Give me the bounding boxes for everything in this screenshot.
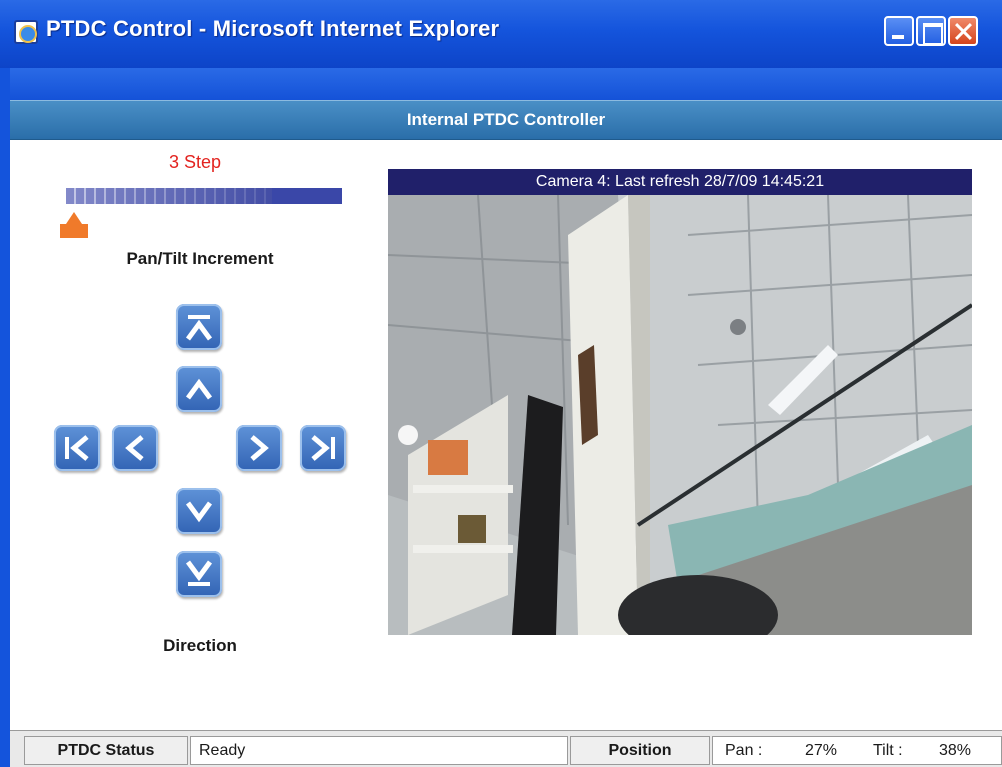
camera-image — [388, 195, 972, 635]
window-frame — [0, 68, 10, 767]
increment-slider-fill — [272, 188, 342, 204]
camera-scene — [388, 195, 972, 635]
increment-slider-thumb[interactable] — [58, 212, 90, 240]
slider-thumb-base — [60, 224, 88, 238]
increment-slider-track[interactable] — [66, 188, 342, 204]
arrow-down-to-bottom-icon — [185, 560, 213, 586]
chevron-left-icon — [125, 435, 144, 461]
step-indicator: 3 Step — [168, 152, 222, 172]
arrow-left-to-start-icon — [65, 435, 89, 461]
browser-toolbar-band — [10, 68, 1002, 100]
status-bar: PTDC Status Ready Position Pan : 27% Til… — [10, 730, 1002, 767]
tilt-top-button[interactable] — [176, 304, 222, 350]
pan-left-button[interactable] — [112, 425, 158, 471]
pan-far-right-button[interactable] — [300, 425, 346, 471]
pan-right-button[interactable] — [236, 425, 282, 471]
tilt-down-button[interactable] — [176, 488, 222, 534]
direction-label: Direction — [163, 636, 237, 655]
page-title: Internal PTDC Controller — [10, 100, 1002, 140]
camera-caption: Camera 4: Last refresh 28/7/09 14:45:21 — [388, 169, 972, 195]
tilt-label: Tilt : — [873, 742, 903, 759]
minimize-icon[interactable] — [884, 16, 914, 46]
tilt-value: 38% — [939, 742, 972, 759]
chevron-up-icon — [185, 378, 213, 400]
window-title-bar[interactable]: PTDC Control - Microsoft Internet Explor… — [0, 0, 1002, 68]
arrow-up-to-top-icon — [185, 315, 213, 341]
chevron-right-icon — [250, 435, 269, 461]
chevron-down-icon — [185, 501, 213, 523]
tilt-bottom-button[interactable] — [176, 551, 222, 597]
increment-label: Pan/Tilt Increment — [126, 249, 274, 268]
status-label: PTDC Status — [24, 736, 188, 765]
close-icon[interactable] — [948, 16, 978, 46]
position-readout: Pan : 27% Tilt : 38% — [712, 736, 1002, 765]
slider-thumb-arrow-icon — [66, 212, 82, 224]
pan-value: 27% — [805, 742, 838, 759]
arrow-right-to-end-icon — [311, 435, 335, 461]
pan-label: Pan : — [725, 742, 763, 759]
ie-page-icon — [14, 20, 38, 44]
position-label: Position — [570, 736, 710, 765]
window-title: PTDC Control - Microsoft Internet Explor… — [46, 16, 500, 41]
maximize-icon[interactable] — [916, 16, 946, 46]
tilt-up-button[interactable] — [176, 366, 222, 412]
pan-far-left-button[interactable] — [54, 425, 100, 471]
status-value: Ready — [190, 736, 568, 765]
